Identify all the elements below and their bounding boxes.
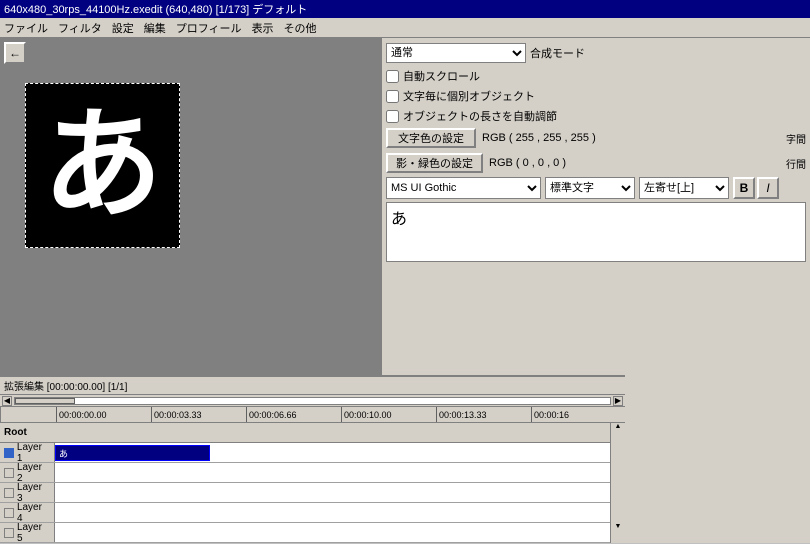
time-mark-3: 00:00:10.00 bbox=[341, 407, 436, 423]
layer-4-color bbox=[4, 508, 14, 518]
preview-char: あ bbox=[43, 106, 163, 226]
layer-4-content[interactable] bbox=[55, 503, 610, 522]
layer-5-side: ▼ bbox=[610, 523, 625, 543]
v-scroll-top[interactable]: ▲ bbox=[610, 423, 625, 443]
auto-length-label: オブジェクトの長さを自動調節 bbox=[403, 108, 557, 124]
root-content bbox=[55, 423, 610, 442]
time-mark-1: 00:00:03.33 bbox=[151, 407, 246, 423]
scroll-right-btn[interactable]: ▶ bbox=[613, 396, 623, 406]
time-ruler: 00:00:00.00 00:00:03.33 00:00:06.66 00:0… bbox=[0, 407, 625, 423]
shadow-color-button[interactable]: 影・緑色の設定 bbox=[386, 153, 483, 173]
layer-2-label: Layer 2 bbox=[0, 463, 55, 482]
layer-5-label: Layer 5 bbox=[0, 523, 55, 542]
bold-button[interactable]: B bbox=[733, 177, 755, 199]
v-scroll-down-area[interactable]: ▼ bbox=[611, 523, 625, 530]
layer-2-side bbox=[610, 463, 625, 483]
text-color-row: 文字色の設定 RGB ( 255 , 255 , 255 ) 字間 bbox=[386, 127, 806, 149]
menu-settings[interactable]: 設定 bbox=[112, 20, 134, 36]
text-input-area[interactable]: あ bbox=[386, 202, 806, 262]
menu-bar: ファイル フィルタ 設定 編集 プロフィール 表示 その他 bbox=[0, 18, 810, 38]
text-color-value: RGB ( 255 , 255 , 255 ) bbox=[482, 132, 596, 144]
main-area: ← あ 拡張編集 [00:00:00.00] [1/1] ◀ ▶ bbox=[0, 38, 810, 543]
layer-4-label: Layer 4 bbox=[0, 503, 55, 522]
title-bar: 640x480_30rps_44100Hz.exedit (640,480) [… bbox=[0, 0, 810, 18]
menu-file[interactable]: ファイル bbox=[4, 20, 48, 36]
left-panel: ← あ 拡張編集 [00:00:00.00] [1/1] ◀ ▶ bbox=[0, 38, 380, 543]
italic-button[interactable]: I bbox=[757, 177, 779, 199]
text-color-button[interactable]: 文字色の設定 bbox=[386, 128, 476, 148]
timeline-layer-2: Layer 2 bbox=[0, 463, 625, 483]
layer-3-side bbox=[610, 483, 625, 503]
title-text: 640x480_30rps_44100Hz.exedit (640,480) [… bbox=[4, 1, 307, 17]
time-mark-0: 00:00:00.00 bbox=[56, 407, 151, 423]
layer-rows: Root ▲ Layer 1 あ bbox=[0, 423, 625, 543]
layer-1-side bbox=[610, 443, 625, 463]
timeline-layer-3: Layer 3 bbox=[0, 483, 625, 503]
text-content: あ bbox=[391, 211, 407, 228]
menu-profile[interactable]: プロフィール bbox=[176, 20, 242, 36]
gyoukan-label: 行間 bbox=[786, 156, 806, 171]
time-mark-5: 00:00:16 bbox=[531, 407, 625, 423]
checkbox-auto-length: オブジェクトの長さを自動調節 bbox=[386, 107, 806, 125]
per-char-checkbox[interactable] bbox=[386, 90, 399, 103]
time-mark-4: 00:00:13.33 bbox=[436, 407, 531, 423]
timeline-root-row: Root ▲ bbox=[0, 423, 625, 443]
scroll-track[interactable] bbox=[14, 397, 611, 405]
timeline-area: 拡張編集 [00:00:00.00] [1/1] ◀ ▶ 00:00:00.00… bbox=[0, 375, 625, 543]
root-label: Root bbox=[0, 427, 55, 438]
layer-3-label: Layer 3 bbox=[0, 483, 55, 502]
align-select[interactable]: 左寄せ[上] bbox=[639, 177, 729, 199]
checkbox-autoscroll: 自動スクロール bbox=[386, 67, 806, 85]
blend-mode-row: 通常 合成モード bbox=[386, 42, 806, 64]
timeline-scroll[interactable]: ◀ ▶ bbox=[0, 395, 625, 407]
auto-length-checkbox[interactable] bbox=[386, 110, 399, 123]
layer-5-content[interactable] bbox=[55, 523, 610, 542]
moji-label: 字間 bbox=[786, 131, 806, 146]
layer-3-color bbox=[4, 488, 14, 498]
per-char-label: 文字毎に個別オブジェクト bbox=[403, 88, 535, 104]
timeline-header: 拡張編集 [00:00:00.00] [1/1] bbox=[0, 377, 625, 395]
time-marks: 00:00:00.00 00:00:03.33 00:00:06.66 00:0… bbox=[1, 407, 625, 423]
autoscroll-label: 自動スクロール bbox=[403, 68, 480, 84]
menu-view[interactable]: 表示 bbox=[252, 20, 274, 36]
timeline-layer-5: Layer 5 ▼ bbox=[0, 523, 625, 543]
timeline-layer-1: Layer 1 あ bbox=[0, 443, 625, 463]
font-select[interactable]: MS UI Gothic bbox=[386, 177, 541, 199]
layer-2-color bbox=[4, 468, 14, 478]
checkbox-per-char: 文字毎に個別オブジェクト bbox=[386, 87, 806, 105]
layer-1-content[interactable]: あ bbox=[55, 443, 610, 462]
menu-edit[interactable]: 編集 bbox=[144, 20, 166, 36]
menu-filter[interactable]: フィルタ bbox=[58, 20, 102, 36]
v-scroll-up-arrow[interactable]: ▲ bbox=[615, 423, 622, 430]
back-button[interactable]: ← bbox=[4, 42, 26, 64]
layer-1-color bbox=[4, 448, 14, 458]
scroll-left-btn[interactable]: ◀ bbox=[2, 396, 12, 406]
scroll-thumb[interactable] bbox=[15, 398, 75, 404]
menu-other[interactable]: その他 bbox=[284, 20, 317, 36]
layer-2-content[interactable] bbox=[55, 463, 610, 482]
preview-box: あ bbox=[25, 83, 180, 248]
layer-1-clip[interactable]: あ bbox=[55, 445, 210, 461]
timeline-title: 拡張編集 [00:00:00.00] [1/1] bbox=[4, 378, 127, 393]
autoscroll-checkbox[interactable] bbox=[386, 70, 399, 83]
time-mark-2: 00:00:06.66 bbox=[246, 407, 341, 423]
style-select[interactable]: 標準文字 bbox=[545, 177, 635, 199]
layer-4-side bbox=[610, 503, 625, 523]
blend-mode-select[interactable]: 通常 bbox=[386, 43, 526, 63]
shadow-color-row: 影・緑色の設定 RGB ( 0 , 0 , 0 ) 行間 bbox=[386, 152, 806, 174]
font-row: MS UI Gothic 標準文字 左寄せ[上] B I bbox=[386, 177, 806, 199]
layer-5-color bbox=[4, 528, 14, 538]
shadow-color-value: RGB ( 0 , 0 , 0 ) bbox=[489, 157, 566, 169]
blend-mode-label: 合成モード bbox=[530, 45, 585, 61]
layer-3-content[interactable] bbox=[55, 483, 610, 502]
timeline-layer-4: Layer 4 bbox=[0, 503, 625, 523]
layer-1-label: Layer 1 bbox=[0, 443, 55, 462]
